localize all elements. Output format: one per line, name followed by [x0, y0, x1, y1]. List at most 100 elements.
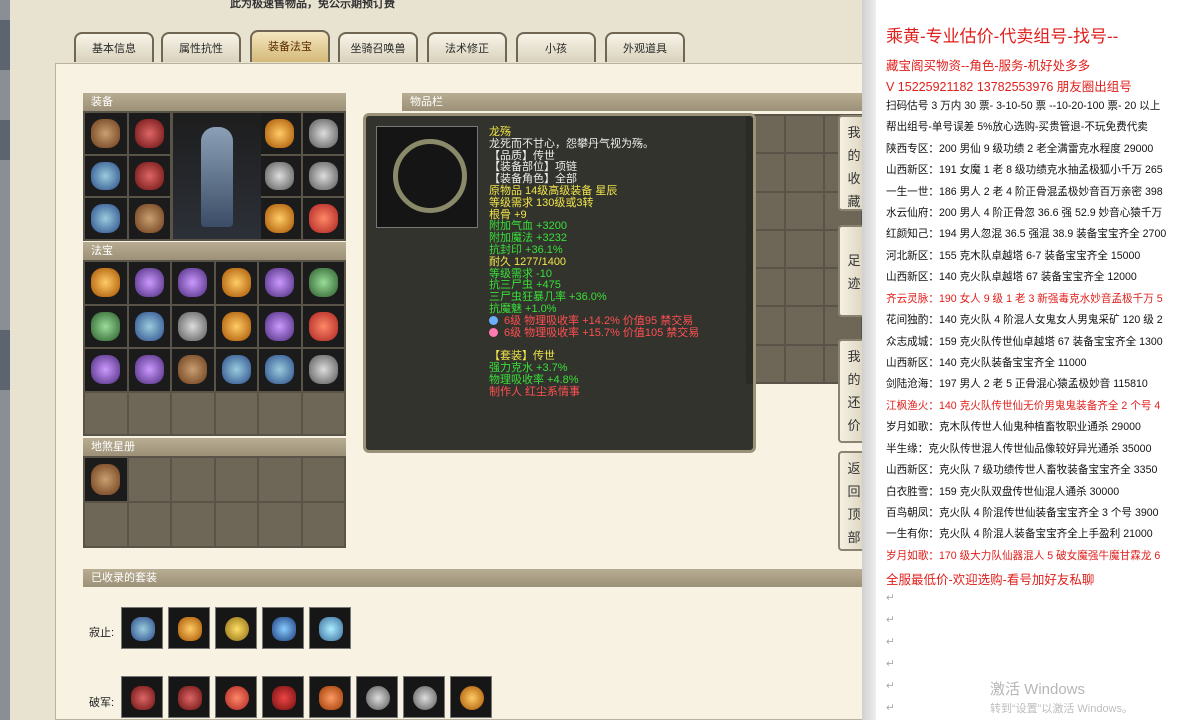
item-slot[interactable] [786, 345, 823, 382]
note-line: 帮出组号-单号误差 5%放心选购-买贵管退-不玩免费代卖 [886, 121, 1148, 133]
gem-line-1: 6级 物理吸收率 +14.2% 价值95 禁交易 [504, 314, 694, 327]
note-line: 水云仙府：200 男人 4 阶正骨忽 36.6 强 52.9 妙音心猿千万 [886, 207, 1163, 219]
fabao-slot[interactable] [215, 305, 257, 347]
fabao-slot[interactable] [85, 349, 127, 391]
fabao-slot[interactable] [128, 262, 170, 304]
note-line: 全服最低价-欢迎选购-看号加好友私聊 [886, 573, 1095, 587]
equip-slot[interactable] [259, 113, 301, 154]
empty-slot[interactable] [128, 458, 170, 501]
my-favorites-button[interactable]: 我的收藏 [838, 115, 862, 211]
suit-item-icon[interactable] [121, 607, 163, 649]
gem-icon [489, 316, 498, 326]
equip-slot[interactable] [128, 198, 170, 239]
suit-item-icon[interactable] [356, 676, 398, 718]
fabao-slot[interactable] [215, 349, 257, 391]
item-level-req: 等级需求 130级或3转 [489, 196, 594, 209]
item-slot[interactable] [786, 230, 823, 268]
fabao-slot[interactable] [128, 305, 170, 347]
activation-watermark-title: 激活 Windows [990, 681, 1086, 698]
equip-slot[interactable] [128, 155, 170, 197]
empty-slot[interactable] [215, 458, 257, 501]
empty-slot[interactable] [259, 458, 301, 501]
item-slot[interactable] [786, 307, 823, 344]
equipment-title: 装备 [83, 93, 346, 111]
fabao-slot[interactable] [302, 262, 344, 304]
fabao-slot[interactable] [172, 305, 214, 347]
fabao-title: 法宝 [83, 242, 346, 260]
fabao-slot[interactable] [302, 349, 344, 391]
equip-slot[interactable] [128, 113, 170, 154]
equip-slot[interactable] [302, 113, 344, 154]
suits-title: 已收录的套装 [83, 569, 862, 587]
fabao-slot[interactable] [85, 262, 127, 304]
suit-item-icon[interactable] [262, 676, 304, 718]
note-line: 齐云灵脉：190 女人 9 级 1 老 3 新强毒克水妙音孟极千万 5 [886, 293, 1163, 305]
note-line: 山西新区：191 女魔 1 老 8 级功绩克水抽孟极狐小千万 265 [886, 164, 1163, 176]
tab-attributes[interactable]: 属性抗性 [161, 32, 241, 62]
item-slot[interactable] [786, 116, 823, 153]
item-slot[interactable] [786, 269, 823, 306]
empty-slot[interactable] [259, 392, 301, 434]
suit-item-icon[interactable] [309, 676, 351, 718]
empty-slot[interactable] [302, 503, 344, 546]
tab-appearance[interactable]: 外观道具 [605, 32, 685, 62]
item-anti-seal: 抗封印 +36.1% [489, 243, 563, 256]
empty-slot[interactable] [85, 503, 127, 546]
fabao-slot[interactable] [302, 305, 344, 347]
empty-slot[interactable] [172, 503, 214, 546]
empty-slot[interactable] [172, 458, 214, 501]
equip-slot[interactable] [259, 155, 301, 197]
empty-slot[interactable] [128, 503, 170, 546]
equip-slot[interactable] [302, 198, 344, 239]
tab-spells[interactable]: 法术修正 [427, 32, 507, 62]
empty-slot[interactable] [302, 392, 344, 434]
suit-item-icon[interactable] [168, 607, 210, 649]
equip-slot[interactable] [302, 155, 344, 197]
back-to-top-button[interactable]: 返回顶部 [838, 451, 862, 551]
fabao-slot[interactable] [215, 262, 257, 304]
zhenfa-slot[interactable] [85, 458, 127, 501]
note-line: 山西新区：克火队 7 级功绩传世人畜牧装备宝宝齐全 3350 [886, 464, 1158, 476]
suit-item-icon[interactable] [262, 607, 304, 649]
suit-item-icon[interactable] [403, 676, 445, 718]
tab-mounts-pets[interactable]: 坐骑召唤兽 [338, 32, 418, 62]
note-line: 花间独酌：140 克火队 4 阶混人女鬼女人男鬼采矿 120 级 2 [886, 314, 1163, 326]
fabao-slot[interactable] [259, 349, 301, 391]
fabao-slot[interactable] [259, 262, 301, 304]
item-slot[interactable] [786, 154, 823, 191]
empty-slot[interactable] [172, 392, 214, 434]
empty-slot[interactable] [85, 392, 127, 434]
my-bargain-button[interactable]: 我的还价 [838, 339, 862, 443]
suit-item-icon[interactable] [309, 607, 351, 649]
fabao-slot[interactable] [172, 349, 214, 391]
empty-slot[interactable] [259, 503, 301, 546]
tab-basic-info[interactable]: 基本信息 [74, 32, 154, 62]
suit-item-icon[interactable] [215, 607, 257, 649]
suit-item-icon[interactable] [168, 676, 210, 718]
empty-slot[interactable] [302, 458, 344, 501]
note-line: 岁月如歌：170 级大力队仙器混人 5 破女魔强牛魔甘霖龙 6 [886, 550, 1161, 562]
note-line: 一生一世：186 男人 2 老 4 阶正骨混孟极妙音百万亲密 398 [886, 186, 1163, 198]
empty-slot[interactable] [215, 503, 257, 546]
footprint-button[interactable]: 足迹 [838, 225, 862, 317]
equip-slot[interactable] [259, 198, 301, 239]
fabao-grid [83, 260, 346, 436]
suit-item-icon[interactable] [215, 676, 257, 718]
fabao-slot[interactable] [259, 305, 301, 347]
tab-equipment[interactable]: 装备法宝 [250, 30, 330, 62]
empty-slot[interactable] [128, 392, 170, 434]
suit-item-icon[interactable] [121, 676, 163, 718]
suit-item-icon[interactable] [450, 676, 492, 718]
note-line: 百鸟朝凤：克火队 4 阶混传世仙装备宝宝齐全 3 个号 3900 [886, 507, 1159, 519]
fabao-slot[interactable] [172, 262, 214, 304]
item-slot[interactable] [786, 192, 823, 229]
fabao-slot[interactable] [128, 349, 170, 391]
equip-slot[interactable] [85, 113, 127, 154]
fabao-slot[interactable] [85, 305, 127, 347]
equip-slot[interactable] [85, 155, 127, 197]
equip-slot[interactable] [85, 198, 127, 239]
note-line: 岁月如歌：克木队传世人仙鬼种植畜牧职业通杀 29000 [886, 421, 1141, 433]
suit-attr-1: 强力克水 +3.7% [489, 361, 568, 374]
empty-slot[interactable] [215, 392, 257, 434]
tab-child[interactable]: 小孩 [516, 32, 596, 62]
